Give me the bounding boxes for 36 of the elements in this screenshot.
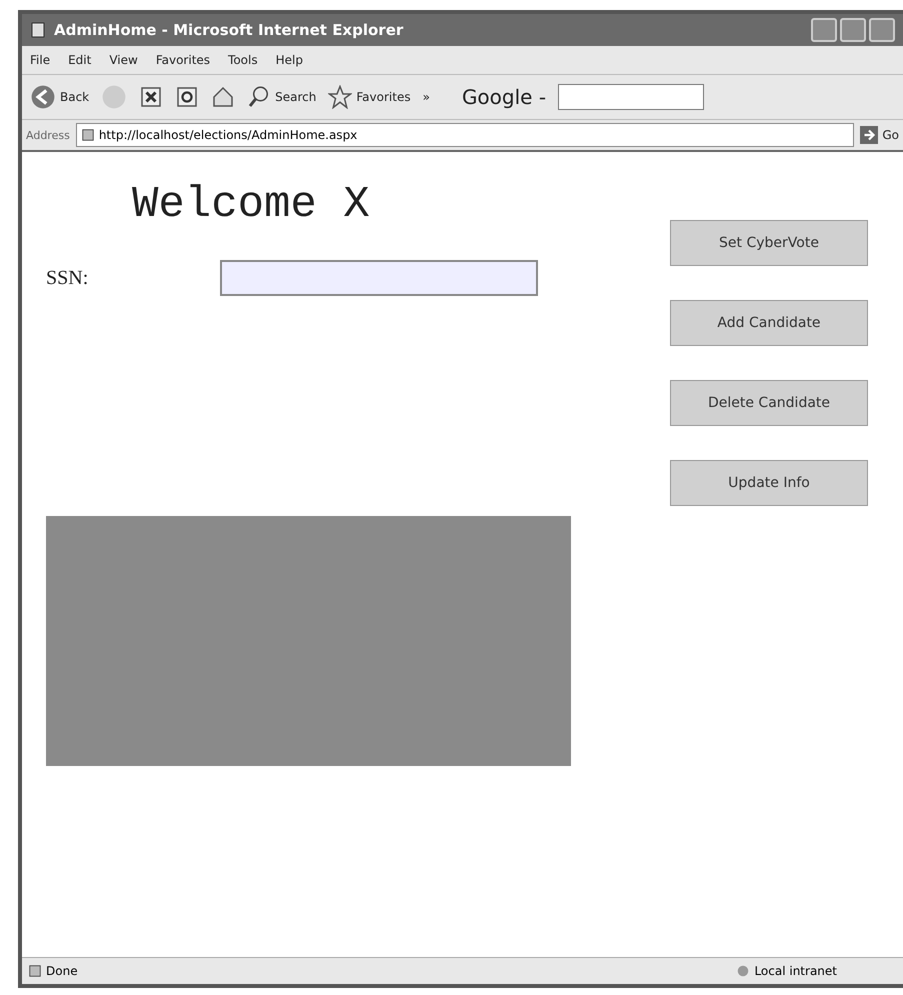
menu-item[interactable]: Help: [276, 53, 303, 67]
window-title: AdminHome - Microsoft Internet Explorer: [54, 21, 404, 39]
page-icon: [30, 22, 46, 38]
maximize-button[interactable]: [840, 18, 866, 42]
menu-item[interactable]: Favorites: [156, 53, 210, 67]
action-button[interactable]: Delete Candidate: [670, 380, 868, 426]
search-button[interactable]: Search: [247, 85, 316, 109]
back-button[interactable]: Back: [30, 84, 90, 110]
page-icon: [80, 128, 95, 142]
ssn-input-field[interactable]: [220, 260, 538, 296]
menu-item[interactable]: Tools: [228, 53, 258, 67]
menu-item[interactable]: Edit: [68, 53, 92, 67]
action-button[interactable]: Update Info: [670, 460, 868, 506]
google-label: Google -: [462, 85, 546, 109]
close-button[interactable]: [869, 18, 895, 42]
status-text: Done: [46, 964, 78, 978]
ssn-label: SSN:: [46, 266, 90, 290]
minimize-button[interactable]: [811, 18, 837, 42]
address-field[interactable]: http://localhost/elections/AdminHome.aspx: [76, 123, 854, 147]
page-icon: [28, 964, 42, 978]
go-button[interactable]: Go: [860, 126, 899, 144]
more-button[interactable]: »: [422, 90, 430, 104]
action-button[interactable]: Set CyberVote: [670, 220, 868, 266]
google-search-field[interactable]: [558, 84, 704, 110]
menu-item[interactable]: View: [109, 53, 138, 67]
refresh-icon: [175, 85, 200, 109]
stop-icon: [139, 85, 164, 109]
star-icon: [328, 85, 352, 109]
menu-item[interactable]: File: [30, 53, 50, 67]
zone-text: Local intranet: [754, 964, 837, 978]
globe-icon: [736, 964, 750, 978]
address-label: Address: [26, 128, 70, 142]
welcome-heading: Welcome X: [132, 180, 371, 230]
action-button[interactable]: Add Candidate: [670, 300, 868, 346]
favorites-button[interactable]: Favorites: [328, 85, 411, 109]
home-icon: [211, 85, 236, 109]
